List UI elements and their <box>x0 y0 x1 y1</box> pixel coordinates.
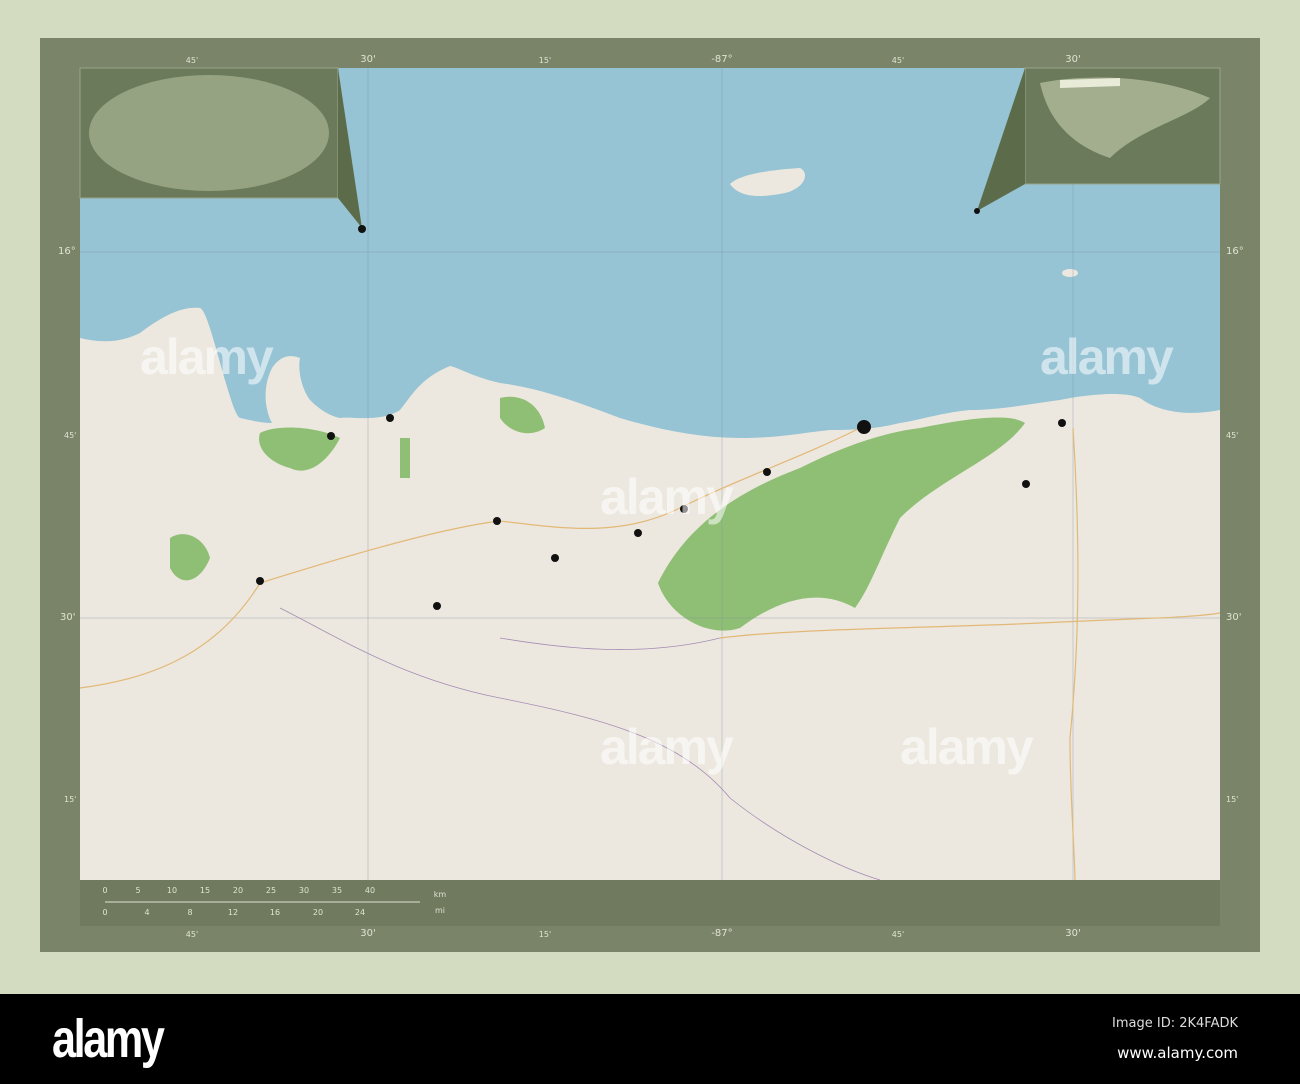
watermark: alamy <box>1040 329 1174 385</box>
island <box>1062 269 1078 277</box>
scale-km-label: 30 <box>298 886 310 895</box>
scale-km-label: 40 <box>364 886 376 895</box>
scale-km-label: 25 <box>265 886 277 895</box>
scale-panel <box>80 880 1220 926</box>
inset-marker <box>358 225 366 233</box>
capital-marker <box>857 420 871 434</box>
alamy-logo: alamy <box>52 1009 165 1069</box>
settlement-marker <box>1022 480 1030 488</box>
settlement-marker <box>634 529 642 537</box>
scale-mi-label: 24 <box>354 908 366 917</box>
inset-marker <box>974 208 980 214</box>
bottom-tick: 45' <box>891 930 905 939</box>
scale-km-label: 0 <box>102 886 108 895</box>
settlement-marker <box>433 602 441 610</box>
settlement-marker <box>493 517 501 525</box>
right-tick: 16° <box>1226 246 1244 257</box>
scale-km-label: 20 <box>232 886 244 895</box>
scale-mi-unit: mi <box>434 906 446 915</box>
bottom-tick: 15' <box>538 930 552 939</box>
park <box>400 438 410 478</box>
bottom-tick: 30' <box>1065 928 1081 939</box>
scale-mi-label: 12 <box>227 908 239 917</box>
lagoon <box>302 344 378 388</box>
scale-mi-label: 4 <box>144 908 150 917</box>
bottom-tick: 30' <box>360 928 376 939</box>
footer-banner: alamy Image ID: 2K4FADK www.alamy.com <box>0 994 1300 1084</box>
right-tick: 15' <box>1226 795 1239 804</box>
map-frame: 45' 30' 15' -87° 45' 30' 45' 30' 15' -87… <box>40 38 1260 952</box>
watermark: alamy <box>600 469 734 525</box>
right-tick: 30' <box>1226 612 1242 623</box>
settlement-marker <box>551 554 559 562</box>
left-tick: 16° <box>58 246 76 257</box>
scale-mi-label: 8 <box>187 908 193 917</box>
site-url: www.alamy.com <box>1117 1044 1238 1062</box>
top-tick: -87° <box>711 54 733 65</box>
scale-mi-label: 0 <box>102 908 108 917</box>
settlement-marker <box>763 468 771 476</box>
watermark: alamy <box>900 719 1034 775</box>
settlement-marker <box>386 414 394 422</box>
watermark: alamy <box>140 329 274 385</box>
left-tick: 30' <box>60 612 76 623</box>
left-tick: 45' <box>64 431 77 440</box>
top-tick: 45' <box>891 56 905 65</box>
bottom-tick: -87° <box>711 928 733 939</box>
bottom-tick: 45' <box>185 930 199 939</box>
scale-km-label: 10 <box>166 886 178 895</box>
left-tick: 15' <box>64 795 77 804</box>
image-id: Image ID: 2K4FADK <box>1112 1016 1238 1031</box>
settlement-marker <box>1058 419 1066 427</box>
top-tick: 15' <box>538 56 552 65</box>
scale-km-unit: km <box>433 890 447 899</box>
top-tick: 30' <box>360 54 376 65</box>
settlement-marker <box>256 577 264 585</box>
scale-km-label: 15 <box>199 886 211 895</box>
settlement-marker <box>327 432 335 440</box>
scale-km-label: 5 <box>135 886 141 895</box>
scale-km-label: 35 <box>331 886 343 895</box>
top-tick: 45' <box>185 56 199 65</box>
scale-mi-label: 16 <box>269 908 281 917</box>
scale-mi-label: 20 <box>312 908 324 917</box>
right-tick: 45' <box>1226 431 1239 440</box>
watermark: alamy <box>600 719 734 775</box>
top-tick: 30' <box>1065 54 1081 65</box>
